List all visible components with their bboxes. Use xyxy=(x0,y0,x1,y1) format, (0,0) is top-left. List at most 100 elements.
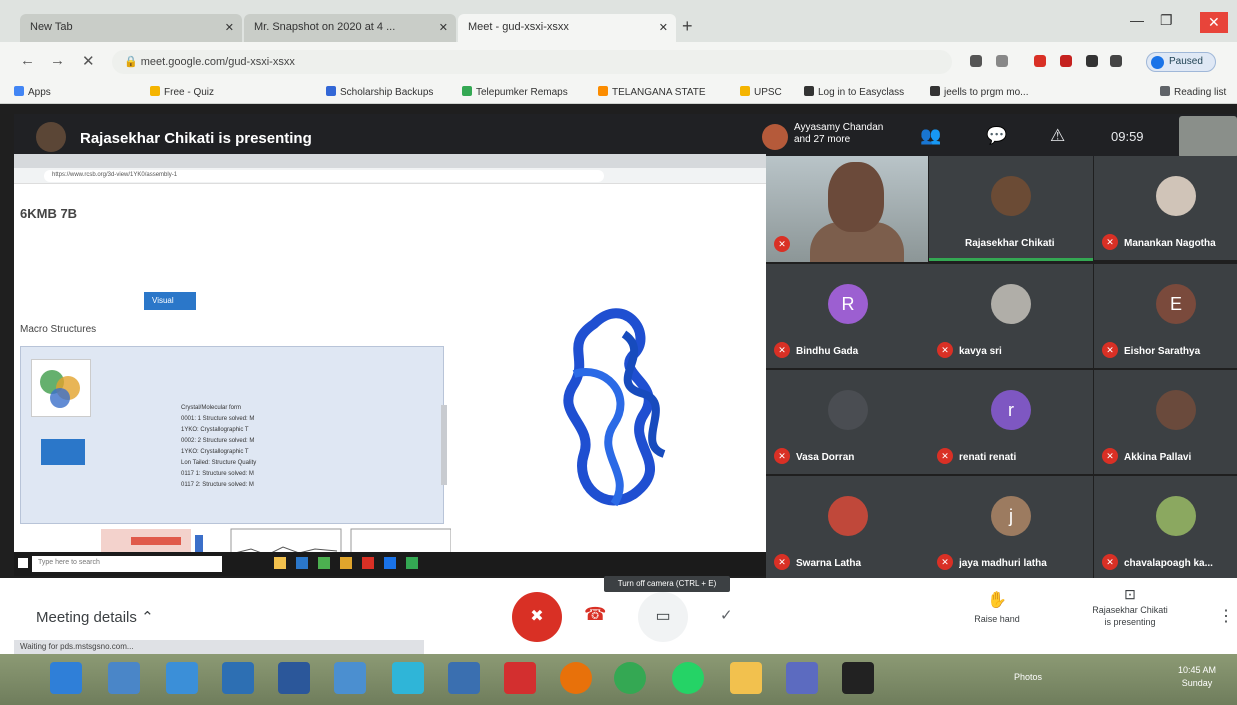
chevron-up-icon: ⌃ xyxy=(141,609,154,626)
back-button[interactable]: ← xyxy=(20,52,35,69)
tab-title: New Tab xyxy=(30,21,73,33)
status-text: Waiting for pds.mstsgsno.com... xyxy=(14,640,424,654)
meeting-clock: 09:59 xyxy=(1111,129,1144,144)
browser-tab-strip: New Tab ✕ Mr. Snapshot on 2020 at 4 ... … xyxy=(0,0,1237,42)
ie-icon[interactable] xyxy=(50,662,82,694)
participants-line1: Ayyasamy Chandan xyxy=(794,122,884,133)
camera-button[interactable]: ▭ xyxy=(638,592,688,642)
mic-off-icon: ✕ xyxy=(774,236,790,252)
participant-name: jaya madhuri latha xyxy=(959,558,1047,569)
camera-tooltip: Turn off camera (CTRL + E) xyxy=(604,576,730,592)
maximize-button[interactable]: ❐ xyxy=(1160,12,1173,29)
chrome-icon[interactable] xyxy=(614,662,646,694)
shared-screen: https://www.rcsb.org/3d-view/1YK0/assemb… xyxy=(14,154,766,576)
avatar xyxy=(828,390,868,430)
people-icon[interactable]: 👥 xyxy=(920,126,941,146)
folder-icon[interactable] xyxy=(730,662,762,694)
tab-close-icon[interactable]: ✕ xyxy=(225,21,234,34)
mic-off-icon: ✕ xyxy=(1102,342,1118,358)
protein-3d-model xyxy=(563,308,666,507)
windows-start-icon xyxy=(18,558,28,568)
bookmark[interactable]: TELANGANA STATE xyxy=(598,86,706,98)
extension-icon[interactable] xyxy=(1034,55,1046,67)
avatar xyxy=(828,496,868,536)
mic-off-icon: ✕ xyxy=(937,342,953,358)
key-icon[interactable] xyxy=(970,55,982,67)
browser-tab[interactable]: Mr. Snapshot on 2020 at 4 ... ✕ xyxy=(244,14,456,42)
bookmark[interactable]: UPSC xyxy=(740,86,782,98)
activities-icon[interactable]: ⚠ xyxy=(1050,126,1065,146)
participants-line2: and 27 more xyxy=(794,134,851,145)
bookmark[interactable]: Telepumker Remaps xyxy=(462,86,568,98)
photos-icon[interactable] xyxy=(166,662,198,694)
minimize-button[interactable]: — xyxy=(1130,12,1144,28)
check-extension-icon[interactable] xyxy=(1086,55,1098,67)
gem-icon[interactable] xyxy=(392,662,424,694)
star-icon[interactable] xyxy=(996,55,1008,67)
participant-tile: ✕ Vasa Dorran xyxy=(766,370,930,474)
chat-icon[interactable]: 💬 xyxy=(986,126,1007,146)
tab-close-icon[interactable]: ✕ xyxy=(659,21,668,34)
bookmark-icon xyxy=(150,86,160,96)
app-icon xyxy=(340,557,352,569)
raise-hand-button[interactable]: ✋ Raise hand xyxy=(962,590,1032,624)
bookmark-icon xyxy=(930,86,940,96)
word-icon[interactable] xyxy=(278,662,310,694)
mic-off-icon: ✕ xyxy=(937,448,953,464)
whatsapp-icon[interactable] xyxy=(672,662,704,694)
forward-button[interactable]: → xyxy=(50,52,65,69)
more-options-button[interactable]: ⋮ xyxy=(1218,606,1234,626)
avatar xyxy=(1156,390,1196,430)
bookmark[interactable]: Log in to Easyclass xyxy=(804,86,904,98)
participant-name: Swarna Latha xyxy=(796,558,862,569)
bookmark[interactable]: Free - Quiz xyxy=(150,86,214,98)
bookmark[interactable]: Apps xyxy=(14,86,51,98)
close-window-button[interactable]: ✕ xyxy=(1200,12,1228,33)
avatar xyxy=(991,176,1031,216)
tab-close-icon[interactable]: ✕ xyxy=(439,21,448,34)
tray-clock[interactable]: 10:45 AM Sunday xyxy=(1178,664,1216,690)
meeting-details-button[interactable]: Meeting details ⌃ xyxy=(36,608,154,626)
firefox-icon[interactable] xyxy=(560,662,592,694)
apps-icon xyxy=(14,86,24,96)
mic-off-button[interactable]: ✖ xyxy=(512,592,562,642)
explorer-icon[interactable] xyxy=(222,662,254,694)
store-icon xyxy=(318,557,330,569)
bookmark[interactable]: jeells to prgm mo... xyxy=(930,86,1028,98)
puzzle-icon[interactable] xyxy=(842,662,874,694)
new-tab-button[interactable]: + xyxy=(682,16,693,37)
profile-label: Paused xyxy=(1169,56,1203,67)
reading-list[interactable]: Reading list xyxy=(1160,86,1226,98)
browser-tab[interactable]: New Tab ✕ xyxy=(20,14,242,42)
app-icon[interactable] xyxy=(786,662,818,694)
participant-video-tile: ✕ xyxy=(766,156,928,262)
participant-tile: ✕ chavalapoagh ka... xyxy=(1094,476,1237,580)
present-icon: ⊡ xyxy=(1124,586,1136,602)
participant-tile: r ✕ renati renati xyxy=(929,370,1093,474)
bookmark[interactable]: Scholarship Backups xyxy=(326,86,433,98)
monitor-icon[interactable] xyxy=(108,662,140,694)
puzzle-icon[interactable] xyxy=(1110,55,1122,67)
shared-taskbar: Type here to search xyxy=(14,552,766,576)
profile-button[interactable]: Paused xyxy=(1146,52,1216,72)
avatar xyxy=(1151,56,1164,69)
browser-tab-active[interactable]: Meet - gud-xsxi-xsxx ✕ xyxy=(458,14,676,42)
shared-heading: 6KMB 7B xyxy=(20,206,78,221)
calc-icon[interactable] xyxy=(448,662,480,694)
panel-scrollbar xyxy=(441,405,447,485)
tab-title: Mr. Snapshot on 2020 at 4 ... xyxy=(254,21,396,33)
hang-up-button[interactable]: ☎ xyxy=(584,604,606,625)
captions-button[interactable]: ✓ xyxy=(720,606,733,624)
mic-off-icon: ✕ xyxy=(1102,448,1118,464)
avatar: j xyxy=(991,496,1031,536)
bookmark-icon xyxy=(804,86,814,96)
stop-button[interactable]: ✕ xyxy=(82,52,95,70)
extension-icon[interactable] xyxy=(1060,55,1072,67)
bookmark-icon xyxy=(598,86,608,96)
participants-chip[interactable]: Ayyasamy Chandan and 27 more xyxy=(762,122,883,152)
address-bar[interactable]: 🔒 meet.google.com/gud-xsxi-xsxx xyxy=(112,50,952,74)
hand-icon: ✋ xyxy=(987,592,1007,609)
presenting-button[interactable]: ⊡ Rajasekhar Chikati is presenting xyxy=(1070,586,1190,628)
files-icon[interactable] xyxy=(334,662,366,694)
m-icon[interactable] xyxy=(504,662,536,694)
